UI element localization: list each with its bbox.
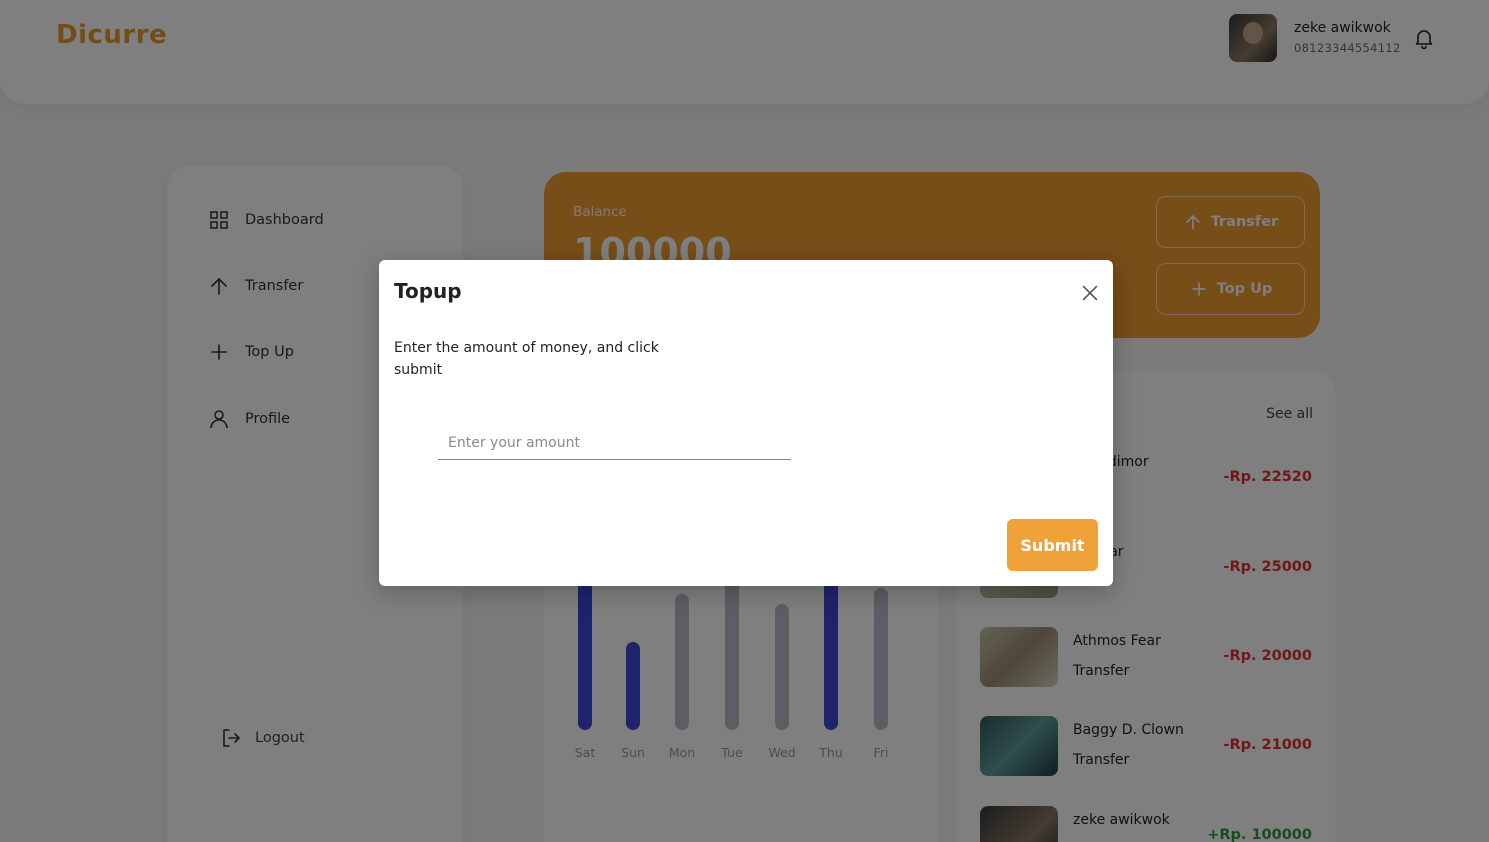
topup-modal: Topup Enter the amount of money, and cli…	[379, 260, 1113, 586]
modal-title: Topup	[394, 279, 462, 303]
amount-input[interactable]	[438, 426, 791, 460]
modal-description: Enter the amount of money, and click sub…	[394, 340, 659, 378]
submit-button[interactable]: Submit	[1007, 519, 1098, 571]
close-icon[interactable]	[1079, 282, 1101, 304]
